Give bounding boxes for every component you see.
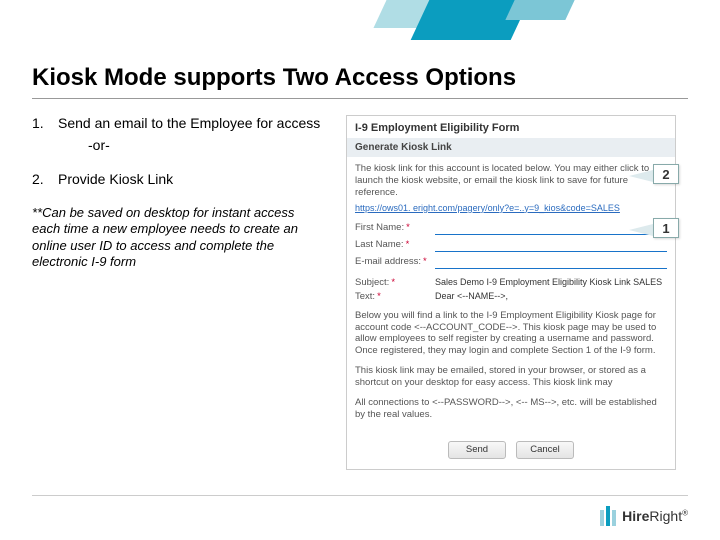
slide-footer: HireRight®	[32, 495, 688, 526]
option-1: 1. Send an email to the Employee for acc…	[32, 115, 332, 153]
logo-icon	[600, 506, 616, 526]
required-icon: *	[391, 277, 395, 288]
input-last-name[interactable]	[435, 238, 667, 252]
panel-intro-text: The kiosk link for this account is locat…	[355, 163, 667, 199]
decorative-header-shapes	[380, 0, 600, 60]
slide-title: Kiosk Mode supports Two Access Options	[32, 64, 688, 99]
panel-section-title: Generate Kiosk Link	[347, 138, 675, 157]
callout-pointer-2	[629, 170, 653, 182]
logo-part-1: Hire	[622, 508, 649, 524]
option-2: 2. Provide Kiosk Link	[32, 171, 332, 187]
body-para-3: All connections to <--PASSWORD-->, <-- M…	[355, 397, 667, 421]
required-icon: *	[406, 222, 410, 233]
row-text: Text:* Dear <--NAME-->,	[355, 291, 667, 302]
required-icon: *	[377, 291, 381, 302]
registered-mark: ®	[682, 508, 688, 517]
label-subject: Subject:	[355, 277, 389, 288]
kiosk-link[interactable]: https://ows01. eright.com/pagery/only?e=…	[355, 203, 667, 213]
row-last-name: Last Name:*	[355, 238, 667, 252]
required-icon: *	[406, 239, 410, 250]
or-separator: -or-	[88, 137, 332, 153]
body-para-1: Below you will find a link to the I-9 Em…	[355, 310, 667, 358]
callout-1: 1	[653, 218, 679, 238]
label-first-name: First Name:	[355, 222, 404, 233]
input-email[interactable]	[435, 255, 667, 269]
num-2: 2.	[32, 171, 44, 187]
row-first-name: First Name:*	[355, 221, 667, 235]
num-1: 1.	[32, 115, 44, 131]
cancel-button[interactable]: Cancel	[516, 441, 574, 459]
subject-value: Sales Demo I-9 Employment Eligibility Ki…	[431, 277, 667, 287]
callout-pointer-1	[629, 224, 653, 236]
option-2-text: Provide Kiosk Link	[58, 171, 173, 187]
text-greeting: Dear <--NAME-->,	[431, 291, 667, 301]
label-email: E-mail address:	[355, 256, 421, 267]
required-icon: *	[423, 256, 427, 267]
row-subject: Subject:* Sales Demo I-9 Employment Elig…	[355, 277, 667, 288]
body-para-2: This kiosk link may be emailed, stored i…	[355, 365, 667, 389]
row-email: E-mail address:*	[355, 255, 667, 269]
left-column: 1. Send an email to the Employee for acc…	[32, 115, 332, 470]
panel-header: I-9 Employment Eligibility Form	[347, 116, 675, 138]
logo-part-2: Right	[649, 508, 682, 524]
form-screenshot-panel: I-9 Employment Eligibility Form Generate…	[346, 115, 676, 470]
option-1-text: Send an email to the Employee for access	[58, 115, 320, 131]
callout-2: 2	[653, 164, 679, 184]
send-button[interactable]: Send	[448, 441, 506, 459]
footnote: **Can be saved on desktop for instant ac…	[32, 205, 332, 270]
logo-text: HireRight®	[622, 508, 688, 524]
label-text: Text:	[355, 291, 375, 302]
label-last-name: Last Name:	[355, 239, 404, 250]
